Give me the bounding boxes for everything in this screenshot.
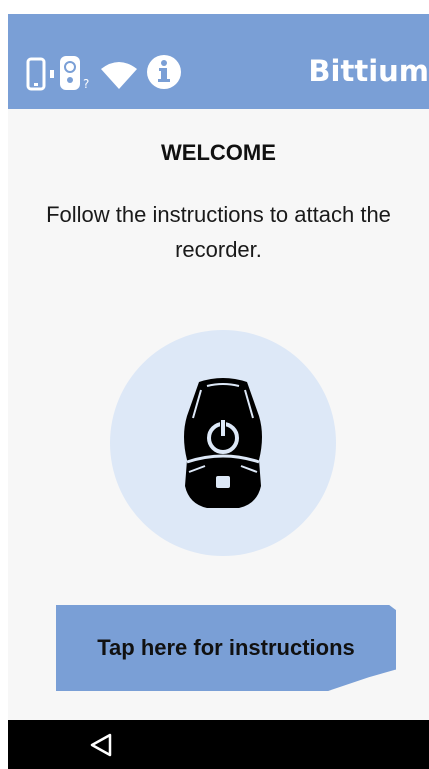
main-content: WELCOME Follow the instructions to attac… (8, 109, 429, 720)
left-edge (0, 0, 8, 720)
header-bar: ? Bittium (8, 14, 429, 109)
brand-logo: Bittium (308, 54, 429, 88)
instruction-text: Follow the instructions to attach the re… (46, 202, 391, 262)
sensor-icon[interactable]: ? (58, 54, 92, 92)
system-nav-bar (8, 720, 429, 769)
instructions-button[interactable]: Tap here for instructions (56, 605, 396, 691)
wifi-icon[interactable] (99, 61, 139, 91)
svg-text:?: ? (83, 77, 89, 91)
link-dot-icon (50, 70, 54, 78)
recorder-device-icon (184, 378, 262, 508)
info-icon[interactable] (146, 54, 182, 90)
back-triangle-icon[interactable] (86, 732, 116, 758)
app-screen: ? Bittium WELCOME Follow the instruction… (0, 0, 429, 769)
page-title: WELCOME (161, 140, 276, 165)
phone-icon[interactable] (26, 57, 46, 91)
illustration-circle (110, 330, 336, 556)
